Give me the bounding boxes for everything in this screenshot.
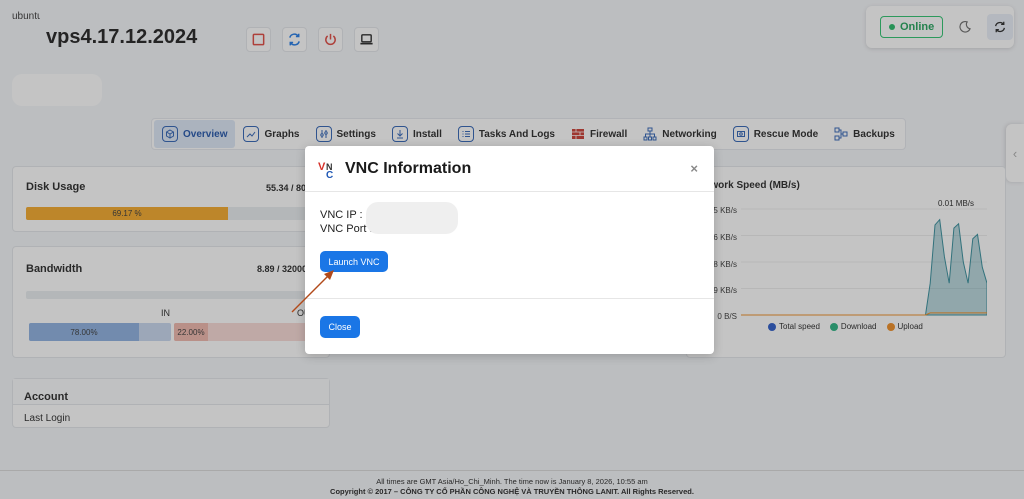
close-button[interactable]: Close xyxy=(320,316,360,338)
svg-text:N: N xyxy=(326,162,333,172)
modal-footer-divider xyxy=(305,298,714,299)
modal-header: VCN VNC Information xyxy=(305,146,714,192)
modal-close-icon[interactable]: × xyxy=(690,161,698,176)
vnc-info-modal: VCN VNC Information × VNC IP : 1 VNC Por… xyxy=(305,146,714,354)
svg-text:V: V xyxy=(318,161,326,173)
vps-dashboard-page: ubuntu 22.04 x86_64 vps4.17.12.2024 Onli… xyxy=(0,0,1024,499)
masked-vnc-credentials xyxy=(366,202,458,234)
annotation-arrow xyxy=(291,270,334,313)
vnc-logo-icon: VCN xyxy=(318,159,338,181)
modal-title: VNC Information xyxy=(345,159,472,177)
